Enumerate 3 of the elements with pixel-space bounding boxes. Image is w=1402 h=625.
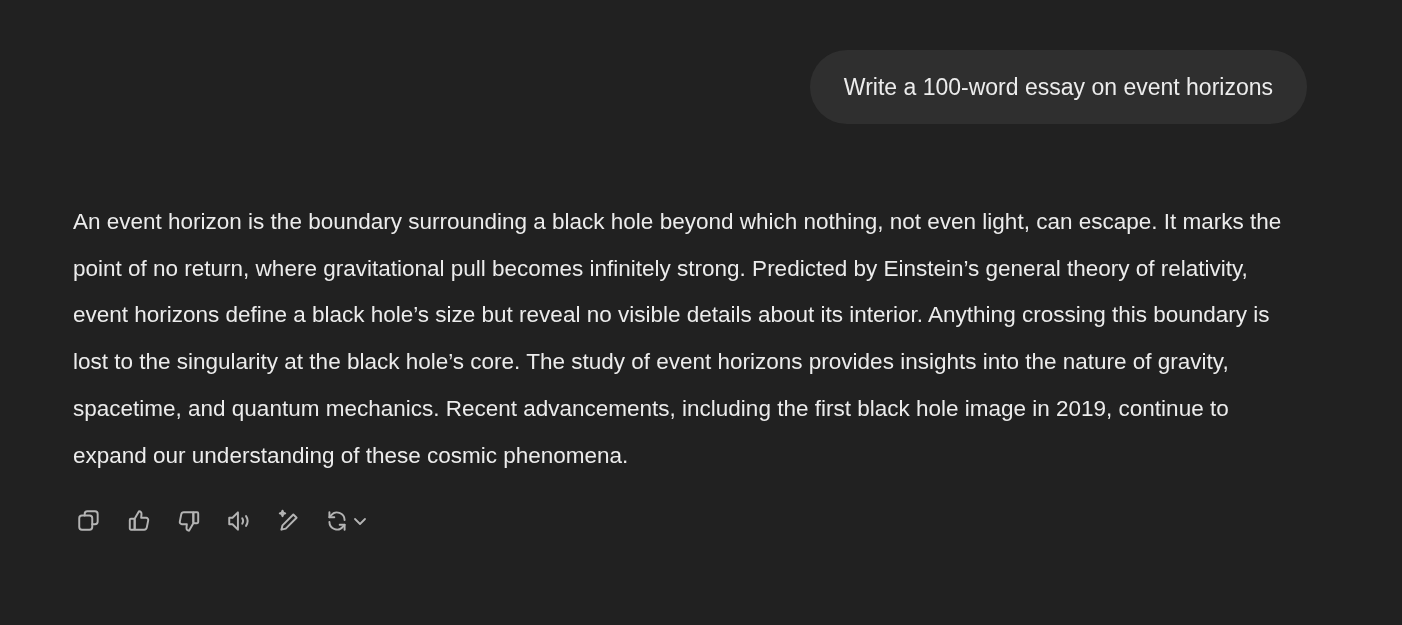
response-text: An event horizon is the boundary surrounding a black hole beyond which nothing, not even light, can escape. It marks the point of no return, where gravitational pull becomes infinitely strong. Predicted by Einstein’s general theory of relativity, event horizons define a black hole’s size but reveal no visible details about its interior. Anything crossing this boundary is lost to the singularity at the black hole’s core. The study of event horizons provides insights into the nature of gravity, spacetime, and quantum mechanics. Recent advancements, including the first black hole image in 2019, continue to expand our understanding of these cosmic phenomena. <box>73 208 1283 470</box>
thumbs-down-icon <box>176 508 202 535</box>
user-message: Write a 100-word essay on event horizons <box>809 50 1307 124</box>
